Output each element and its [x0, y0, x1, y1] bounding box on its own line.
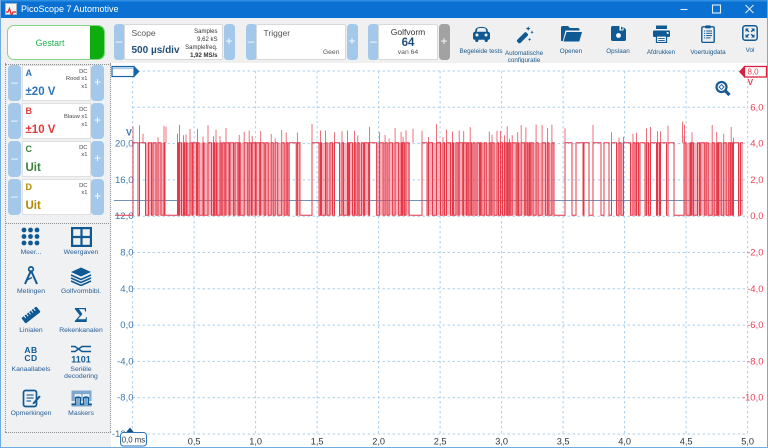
- svg-text:0,0: 0,0: [750, 211, 763, 222]
- svg-text:V: V: [126, 127, 132, 137]
- svg-text:-10,0: -10,0: [742, 393, 764, 404]
- svg-text:-4,0: -4,0: [117, 356, 133, 367]
- svg-text:2,0: 2,0: [372, 437, 385, 447]
- svg-text:8,0: 8,0: [748, 68, 760, 77]
- svg-text:5,0: 5,0: [741, 437, 754, 447]
- svg-text:16,0: 16,0: [115, 175, 134, 186]
- svg-text:-2,0: -2,0: [747, 248, 763, 259]
- svg-text:4,5: 4,5: [680, 437, 693, 447]
- svg-text:12,0: 12,0: [115, 211, 134, 222]
- svg-text:1,5: 1,5: [311, 437, 324, 447]
- svg-text:-8,0: -8,0: [117, 393, 133, 404]
- svg-text:20,0: 20,0: [115, 139, 134, 150]
- svg-text:4,0: 4,0: [750, 139, 763, 150]
- svg-text:-6,0: -6,0: [747, 320, 763, 331]
- svg-text:1101: 1101: [71, 354, 91, 364]
- svg-text:0,0 ms: 0,0 ms: [122, 435, 145, 444]
- svg-text:4,0: 4,0: [618, 437, 631, 447]
- svg-text:0,0: 0,0: [120, 320, 133, 331]
- svg-text:-8,0: -8,0: [747, 356, 763, 367]
- svg-text:3,5: 3,5: [557, 437, 570, 447]
- svg-text:8,0: 8,0: [120, 248, 133, 259]
- svg-text:-4,0: -4,0: [747, 284, 763, 295]
- svg-text:6,0: 6,0: [750, 102, 763, 113]
- svg-text:V: V: [748, 77, 754, 87]
- svg-text:0,5: 0,5: [188, 437, 201, 447]
- svg-text:4,0: 4,0: [120, 284, 133, 295]
- svg-text:3,0: 3,0: [495, 437, 508, 447]
- svg-text:1,0: 1,0: [249, 437, 262, 447]
- svg-text:2,5: 2,5: [434, 437, 447, 447]
- svg-text:2,0: 2,0: [750, 175, 763, 186]
